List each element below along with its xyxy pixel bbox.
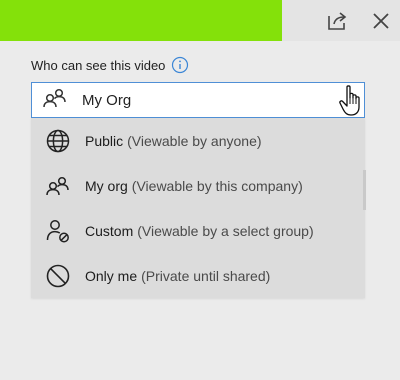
option-custom[interactable]: Custom (Viewable by a select group) <box>31 208 365 253</box>
accent-bar <box>0 0 282 41</box>
title-bar <box>0 0 400 41</box>
close-icon[interactable] <box>366 6 396 36</box>
option-public[interactable]: Public (Viewable by anyone) <box>31 118 365 163</box>
people-icon <box>43 175 73 197</box>
info-icon[interactable] <box>171 56 189 74</box>
option-description: (Viewable by anyone) <box>127 132 262 149</box>
visibility-dropdown: Public (Viewable by anyone) My org (View… <box>31 118 366 298</box>
option-title: My org <box>85 177 128 194</box>
visibility-label-row: Who can see this video <box>31 56 189 74</box>
visibility-select[interactable]: My Org <box>31 82 365 118</box>
visibility-label: Who can see this video <box>31 57 166 73</box>
option-description: (Viewable by a select group) <box>137 222 314 239</box>
custom-group-icon <box>43 218 73 244</box>
option-title: Custom <box>85 222 134 239</box>
people-icon <box>42 87 68 114</box>
option-description: (Viewable by this company) <box>131 177 303 194</box>
option-title: Only me <box>85 267 138 284</box>
option-description: (Private until shared) <box>141 267 271 284</box>
option-my-org[interactable]: My org (Viewable by this company) <box>31 163 365 208</box>
globe-icon <box>43 128 73 154</box>
selected-value: My Org <box>82 91 132 109</box>
share-icon[interactable] <box>322 6 352 36</box>
option-only-me[interactable]: Only me (Private until shared) <box>31 253 365 298</box>
dropdown-scrollbar[interactable] <box>363 170 366 210</box>
option-title: Public <box>85 132 124 149</box>
block-icon <box>43 263 73 289</box>
